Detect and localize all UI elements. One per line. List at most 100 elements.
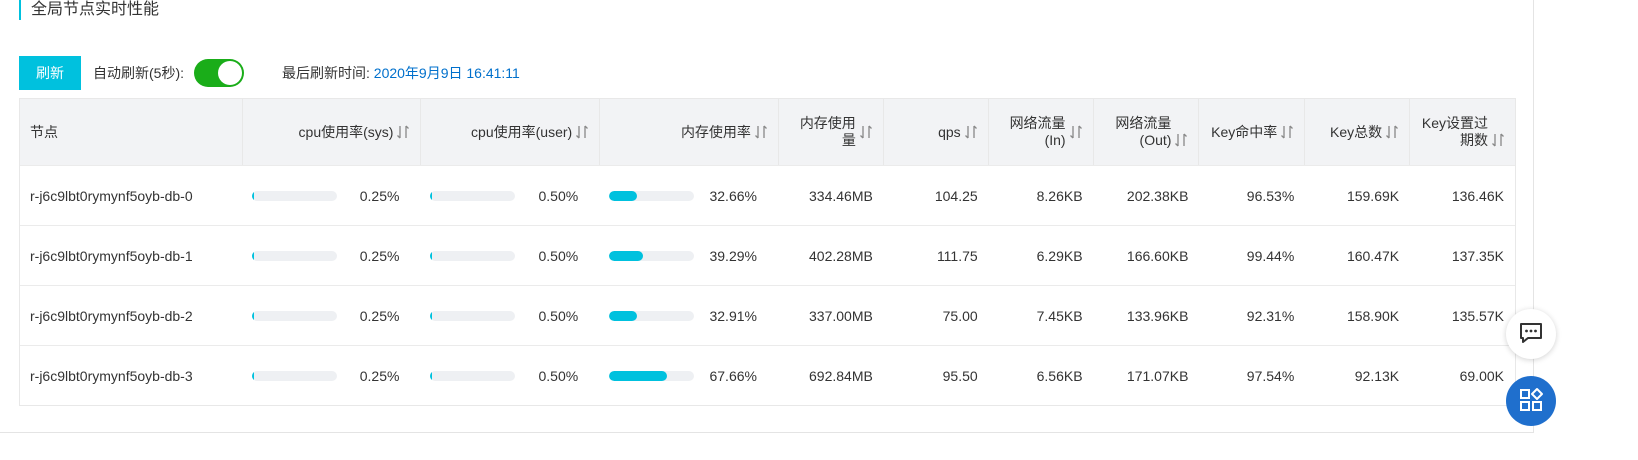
cell-node: r-j6c9lbt0rymynf5oyb-db-0 (30, 187, 193, 204)
cell-mem-rate: 32.66% (600, 166, 779, 225)
cell-key-total: 159.69K (1346, 187, 1400, 204)
column-header-label: 内存使用量 (789, 115, 856, 149)
progress-bar (430, 310, 516, 321)
progress-bar (609, 190, 695, 201)
progress-value: 0.50% (538, 247, 579, 264)
cell-key-expire: 137.35K (1451, 247, 1504, 264)
cell-mem-rate: 67.66% (600, 346, 779, 405)
progress-bar-fill (609, 250, 643, 261)
section-title: 全局节点实时性能 (19, 0, 159, 20)
chat-button[interactable] (1506, 309, 1556, 359)
cell-mem-used: 334.46MB (809, 187, 873, 204)
column-header-line1: cpu使用率(sys) (298, 123, 394, 140)
cell-cpu-sys: 0.25% (243, 226, 422, 285)
progress-bar-fill (251, 310, 254, 321)
column-header-line1: 网络流量(In) (1009, 115, 1066, 148)
column-header-content: 内存使用量 (789, 115, 873, 149)
cell-node: r-j6c9lbt0rymynf5oyb-db-2 (30, 307, 193, 324)
sort-icon[interactable] (575, 124, 589, 140)
progress-value: 67.66% (709, 367, 757, 384)
last-refresh: 最后刷新时间: 2020年9月9日 16:41:11 (282, 64, 520, 82)
progress-bar (430, 250, 516, 261)
progress-value: 0.50% (538, 367, 579, 384)
column-header-line1: 内存使用率 (680, 123, 751, 140)
progress-bar (609, 250, 695, 261)
auto-refresh-toggle[interactable] (194, 59, 244, 87)
column-header-line2: 期数 (1460, 132, 1489, 148)
column-header-net-in[interactable]: 网络流量(In) (989, 99, 1094, 165)
progress-value: 0.50% (538, 187, 579, 204)
progress-value: 0.25% (359, 247, 400, 264)
sort-icon[interactable] (1069, 124, 1083, 140)
table-row: r-j6c9lbt0rymynf5oyb-db-0 0.25% 0.50% 32.66… (20, 165, 1515, 225)
cell-qps: 75.00 (942, 307, 978, 324)
column-header-cpu-sys[interactable]: cpu使用率(sys) (243, 99, 422, 165)
column-header-line1: 内存使用量 (799, 115, 856, 148)
progress-value: 39.29% (709, 247, 757, 264)
column-header-content: qps (938, 124, 978, 141)
progress-bar (430, 370, 516, 381)
cell-net-in: 7.45KB (1036, 307, 1083, 324)
cell-key-total: 158.90K (1346, 307, 1400, 324)
table-row: r-j6c9lbt0rymynf5oyb-db-3 0.25% 0.50% 67.66… (20, 345, 1515, 405)
column-header-label: cpu使用率(user) (471, 124, 572, 141)
refresh-button[interactable]: 刷新 (19, 56, 81, 90)
progress-bar-fill (251, 250, 254, 261)
cell-net-in: 8.26KB (1036, 187, 1083, 204)
column-header-line1: Key总数 (1330, 123, 1383, 140)
progress-value: 0.25% (359, 187, 400, 204)
sort-icon[interactable] (1491, 132, 1505, 148)
column-header-qps[interactable]: qps (884, 99, 989, 165)
sort-icon[interactable] (859, 124, 873, 140)
column-header-content: 节点 (30, 124, 58, 141)
column-header-line1: qps (938, 123, 961, 140)
toggle-knob (218, 61, 242, 85)
column-header-key-hit[interactable]: Key命中率 (1199, 99, 1306, 165)
progress-value: 0.25% (359, 307, 400, 324)
apps-button[interactable] (1506, 376, 1556, 426)
cell-cpu-sys: 0.25% (243, 166, 422, 225)
progress-bar-fill (430, 190, 433, 201)
cell-mem-rate: 39.29% (600, 226, 779, 285)
column-header-line1: 网络流量 (1115, 115, 1172, 131)
column-header-mem-rate[interactable]: 内存使用率 (600, 99, 779, 165)
chat-icon (1518, 321, 1544, 348)
table-row: r-j6c9lbt0rymynf5oyb-db-2 0.25% 0.50% 32.91… (20, 285, 1515, 345)
cell-cpu-user: 0.50% (421, 346, 600, 405)
cell-qps: 104.25 (934, 187, 978, 204)
sort-icon[interactable] (964, 124, 978, 140)
column-header-label: cpu使用率(sys) (299, 124, 394, 141)
progress-bar (251, 310, 337, 321)
last-refresh-label: 最后刷新时间: (282, 65, 370, 81)
column-header-label: Key设置过 期数 (1422, 115, 1488, 149)
sort-icon[interactable] (1174, 132, 1188, 148)
auto-refresh-label: 自动刷新(5秒): (93, 65, 184, 81)
column-header-content: cpu使用率(sys) (299, 124, 411, 141)
cell-key-expire: 136.46K (1451, 187, 1504, 204)
cell-net-out: 171.07KB (1126, 367, 1189, 384)
column-header-content: 网络流量(In) (999, 115, 1083, 149)
progress-bar-fill (430, 310, 433, 321)
progress-value: 0.50% (538, 307, 579, 324)
cell-cpu-user: 0.50% (421, 226, 600, 285)
table-header: 节点 cpu使用率(sys) cpu使用率(user) 内存使用率 内存使用量 qps 网络… (20, 99, 1515, 165)
column-header-label: 网络流量(In) (999, 115, 1066, 149)
column-header-label: Key命中率 (1211, 124, 1277, 141)
sort-icon[interactable] (1385, 124, 1399, 140)
column-header-key-total[interactable]: Key总数 (1305, 99, 1411, 165)
column-header-mem-used[interactable]: 内存使用量 (779, 99, 884, 165)
progress-value: 0.25% (359, 367, 400, 384)
cell-cpu-user: 0.50% (421, 286, 600, 345)
cell-node: r-j6c9lbt0rymynf5oyb-db-3 (30, 367, 193, 384)
column-header-net-out[interactable]: 网络流量 (Out) (1094, 99, 1200, 165)
cell-cpu-user: 0.50% (421, 166, 600, 225)
progress-bar-fill (430, 250, 433, 261)
progress-bar-fill (609, 370, 667, 381)
sort-icon[interactable] (754, 124, 768, 140)
column-header-cpu-user[interactable]: cpu使用率(user) (421, 99, 601, 165)
cell-key-expire: 69.00K (1459, 367, 1504, 384)
column-header-key-expire[interactable]: Key设置过 期数 (1410, 99, 1515, 165)
progress-bar-fill (609, 190, 637, 201)
sort-icon[interactable] (396, 124, 410, 140)
sort-icon[interactable] (1280, 124, 1294, 140)
